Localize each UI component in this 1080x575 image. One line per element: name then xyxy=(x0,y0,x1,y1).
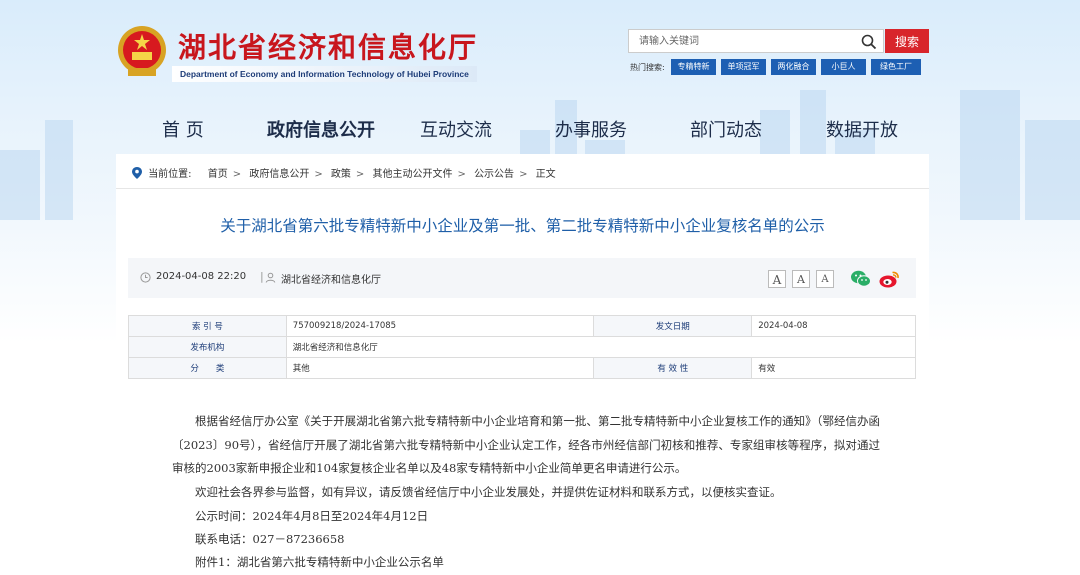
meta-divider: | xyxy=(260,270,264,283)
table-row: 发布机构 湖北省经济和信息化厅 xyxy=(128,336,917,358)
national-emblem-icon xyxy=(118,26,166,76)
attachment-link[interactable]: 附件1：湖北省第六批专精特新中小企业公示名单 xyxy=(172,551,880,575)
user-icon xyxy=(265,272,276,283)
table-key: 发布机构 xyxy=(128,336,287,358)
table-key: 发文日期 xyxy=(593,315,753,337)
table-key: 分 类 xyxy=(128,357,287,379)
breadcrumb-link[interactable]: 公示公告 xyxy=(474,169,514,180)
nav-item-open-data[interactable]: 数据开放 xyxy=(826,116,898,142)
breadcrumb-current: 正文 xyxy=(535,169,556,180)
hot-search-label: 热门搜索: xyxy=(630,63,665,72)
search-icon[interactable] xyxy=(861,34,877,50)
breadcrumb-link[interactable]: 政策 xyxy=(331,169,351,180)
hot-tag[interactable]: 专精特新 xyxy=(671,59,716,75)
site-title[interactable]: 湖北省经济和信息化厅 xyxy=(178,26,478,66)
main-nav: 首 页 政府信息公开 互动交流 办事服务 部门动态 数据开放 xyxy=(0,116,1080,148)
wechat-icon[interactable] xyxy=(850,269,872,289)
site-subtitle: Department of Economy and Information Te… xyxy=(172,66,477,82)
nav-item-services[interactable]: 办事服务 xyxy=(555,116,627,142)
search-input[interactable] xyxy=(639,33,849,49)
breadcrumb-link[interactable]: 首页 xyxy=(208,169,228,180)
table-row: 分 类 其他 有 效 性 有效 xyxy=(128,357,916,379)
clock-icon xyxy=(140,272,151,283)
table-value: 有效 xyxy=(751,357,916,379)
document-info-table: 索 引 号 757009218/2024-17085 发文日期 2024-04-… xyxy=(128,315,917,379)
breadcrumb: 当前位置: 首页 > 政府信息公开 > 政策 > 其他主动公开文件 > 公示公告 > 正文 xyxy=(132,165,561,180)
body-paragraph: 联系电话：027－87236658 xyxy=(195,532,345,546)
article-meta-bar: 2024-04-08 22:20 | 湖北省经济和信息化厅 A A A xyxy=(128,258,916,298)
divider xyxy=(116,188,929,189)
breadcrumb-link[interactable]: 政府信息公开 xyxy=(249,169,309,180)
table-row: 索 引 号 757009218/2024-17085 发文日期 2024-04-… xyxy=(128,315,916,337)
weibo-icon[interactable] xyxy=(878,269,900,289)
table-value: 湖北省经济和信息化厅 xyxy=(285,336,917,358)
hot-tag[interactable]: 绿色工厂 xyxy=(871,59,921,75)
font-medium-button[interactable]: A xyxy=(792,270,810,288)
body-paragraph: 欢迎社会各界参与监督，如有异议，请反馈省经信厅中小企业发展处，并提供佐证材料和联… xyxy=(195,485,782,499)
breadcrumb-label: 当前位置: xyxy=(148,169,192,180)
body-paragraph: 根据省经信厅办公室《关于开展湖北省第六批专精特新中小企业培育和第一批、第二批专精… xyxy=(172,414,880,475)
hot-tag[interactable]: 小巨人 xyxy=(821,59,866,75)
font-small-button[interactable]: A xyxy=(816,270,834,288)
nav-item-dept-news[interactable]: 部门动态 xyxy=(690,116,762,142)
table-key: 索 引 号 xyxy=(128,315,287,337)
search-button[interactable]: 搜索 xyxy=(885,29,929,53)
nav-item-interaction[interactable]: 互动交流 xyxy=(420,116,492,142)
font-large-button[interactable]: A xyxy=(768,270,786,288)
main-content: 当前位置: 首页 > 政府信息公开 > 政策 > 其他主动公开文件 > 公示公告 > 正文… xyxy=(116,154,929,572)
table-key: 有 效 性 xyxy=(593,357,753,379)
site-header: 湖北省经济和信息化厅 Department of Economy and Inf… xyxy=(0,0,1080,100)
table-value: 2024-04-08 xyxy=(751,315,916,337)
hot-tag[interactable]: 单项冠军 xyxy=(721,59,766,75)
location-pin-icon xyxy=(132,167,142,179)
table-value: 757009218/2024-17085 xyxy=(285,315,595,337)
search-box xyxy=(628,29,884,53)
nav-item-home[interactable]: 首 页 xyxy=(162,116,204,142)
breadcrumb-link[interactable]: 其他主动公开文件 xyxy=(372,169,452,180)
article-title: 关于湖北省第六批专精特新中小企业及第一批、第二批专精特新中小企业复核名单的公示 xyxy=(220,217,825,235)
table-value: 其他 xyxy=(285,357,595,379)
hot-tag[interactable]: 两化融合 xyxy=(771,59,816,75)
nav-item-gov-info[interactable]: 政府信息公开 xyxy=(267,116,375,142)
publish-source: 湖北省经济和信息化厅 xyxy=(281,275,381,286)
publish-date: 2024-04-08 22:20 xyxy=(156,271,247,282)
body-paragraph: 公示时间：2024年4月8日至2024年4月12日 xyxy=(195,509,429,523)
